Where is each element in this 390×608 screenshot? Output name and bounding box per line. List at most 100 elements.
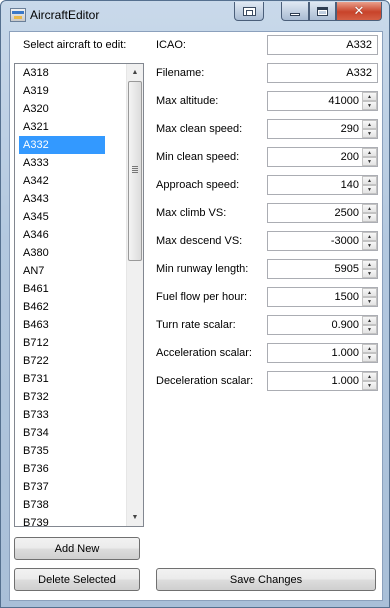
filename-label: Filename: [156,67,205,79]
list-scrollbar[interactable]: ▲ ▼ [126,64,143,526]
approach-speed-value[interactable]: 140 [268,176,362,194]
list-item[interactable]: AN7 [15,262,127,280]
list-item[interactable]: B732 [15,388,127,406]
list-item[interactable]: A321 [15,118,127,136]
spin-up-icon[interactable]: ▲ [362,316,377,325]
max-descend-vs-value[interactable]: -3000 [268,232,362,250]
max-altitude-stepper[interactable]: 41000 ▲ ▼ [267,91,378,111]
scroll-up-icon[interactable]: ▲ [127,64,143,81]
list-item[interactable]: B462 [15,298,127,316]
spin-down-icon[interactable]: ▼ [362,297,377,306]
fuel-flow-value[interactable]: 1500 [268,288,362,306]
list-item[interactable]: B738 [15,496,127,514]
fuel-flow-stepper[interactable]: 1500 ▲ ▼ [267,287,378,307]
max-clean-speed-stepper[interactable]: 290 ▲ ▼ [267,119,378,139]
list-item[interactable]: A332 [19,136,105,154]
spin-down-icon[interactable]: ▼ [362,353,377,362]
aircraft-listbox[interactable]: A318 A319 A320 A321 A332 A333 A342 A343 A345 A346… [14,63,144,527]
min-clean-speed-value[interactable]: 200 [268,148,362,166]
max-descend-vs-stepper[interactable]: -3000 ▲ ▼ [267,231,378,251]
approach-speed-stepper[interactable]: 140 ▲ ▼ [267,175,378,195]
list-item[interactable]: B733 [15,406,127,424]
spin-up-icon[interactable]: ▲ [362,176,377,185]
window-switch-button[interactable] [234,2,264,21]
max-climb-vs-value[interactable]: 2500 [268,204,362,222]
list-item[interactable]: B722 [15,352,127,370]
list-item[interactable]: B739 [15,514,127,526]
form-client-area: Select aircraft to edit: A318 A319 A320 A32… [9,31,383,601]
icao-field[interactable]: A332 [267,35,378,55]
close-icon: ✕ [353,3,365,19]
list-item[interactable]: A320 [15,100,127,118]
approach-speed-label: Approach speed: [156,179,240,191]
max-clean-speed-label: Max clean speed: [156,123,243,135]
spin-down-icon[interactable]: ▼ [362,381,377,390]
list-item[interactable]: B463 [15,316,127,334]
deceleration-scalar-stepper[interactable]: 1.000 ▲ ▼ [267,371,378,391]
spin-up-icon[interactable]: ▲ [362,344,377,353]
list-item[interactable]: A380 [15,244,127,262]
save-changes-button[interactable]: Save Changes [156,568,376,591]
spin-up-icon[interactable]: ▲ [362,232,377,241]
list-item[interactable]: A346 [15,226,127,244]
max-altitude-label: Max altitude: [156,95,219,107]
list-item[interactable]: A333 [15,154,127,172]
scroll-down-icon[interactable]: ▼ [127,509,143,526]
spin-up-icon[interactable]: ▲ [362,204,377,213]
spin-down-icon[interactable]: ▼ [362,185,377,194]
add-new-button[interactable]: Add New [14,537,140,560]
spin-up-icon[interactable]: ▲ [362,92,377,101]
min-runway-length-label: Min runway length: [156,263,249,275]
delete-selected-button[interactable]: Delete Selected [14,568,140,591]
spin-up-icon[interactable]: ▲ [362,120,377,129]
app-window-icon [10,8,26,22]
list-item[interactable]: A345 [15,208,127,226]
acceleration-scalar-stepper[interactable]: 1.000 ▲ ▼ [267,343,378,363]
list-item[interactable]: A319 [15,82,127,100]
spin-down-icon[interactable]: ▼ [362,213,377,222]
filename-field[interactable]: A332 [267,63,378,83]
spin-down-icon[interactable]: ▼ [362,241,377,250]
min-clean-speed-stepper[interactable]: 200 ▲ ▼ [267,147,378,167]
close-button[interactable]: ✕ [336,2,382,21]
scroll-grip-icon [132,166,138,173]
min-runway-length-stepper[interactable]: 5905 ▲ ▼ [267,259,378,279]
maximize-icon [317,6,328,16]
scroll-thumb[interactable] [128,81,142,261]
spin-down-icon[interactable]: ▼ [362,157,377,166]
spin-up-icon[interactable]: ▲ [362,372,377,381]
turn-rate-scalar-stepper[interactable]: 0.900 ▲ ▼ [267,315,378,335]
maximize-button[interactable] [309,2,336,21]
max-clean-speed-value[interactable]: 290 [268,120,362,138]
list-item[interactable]: A342 [15,172,127,190]
deceleration-scalar-value[interactable]: 1.000 [268,372,362,390]
max-descend-vs-label: Max descend VS: [156,235,243,247]
max-altitude-value[interactable]: 41000 [268,92,362,110]
spin-down-icon[interactable]: ▼ [362,269,377,278]
list-item[interactable]: B734 [15,424,127,442]
list-item[interactable]: B712 [15,334,127,352]
spin-up-icon[interactable]: ▲ [362,260,377,269]
fuel-flow-label: Fuel flow per hour: [156,291,248,303]
list-item[interactable]: A318 [15,64,127,82]
spin-down-icon[interactable]: ▼ [362,101,377,110]
spin-down-icon[interactable]: ▼ [362,325,377,334]
spin-up-icon[interactable]: ▲ [362,148,377,157]
list-item[interactable]: B737 [15,478,127,496]
max-climb-vs-label: Max climb VS: [156,207,227,219]
list-item[interactable]: B731 [15,370,127,388]
list-item[interactable]: B735 [15,442,127,460]
minimize-button[interactable] [281,2,309,21]
aircraft-list-items: A318 A319 A320 A321 A332 A333 A342 A343 A345 A346… [15,64,127,526]
list-item[interactable]: B461 [15,280,127,298]
min-runway-length-value[interactable]: 5905 [268,260,362,278]
turn-rate-scalar-label: Turn rate scalar: [156,319,236,331]
spin-up-icon[interactable]: ▲ [362,288,377,297]
list-item[interactable]: A343 [15,190,127,208]
title-bar[interactable]: AircraftEditor ✕ [1,1,389,31]
acceleration-scalar-value[interactable]: 1.000 [268,344,362,362]
list-item[interactable]: B736 [15,460,127,478]
spin-down-icon[interactable]: ▼ [362,129,377,138]
turn-rate-scalar-value[interactable]: 0.900 [268,316,362,334]
max-climb-vs-stepper[interactable]: 2500 ▲ ▼ [267,203,378,223]
